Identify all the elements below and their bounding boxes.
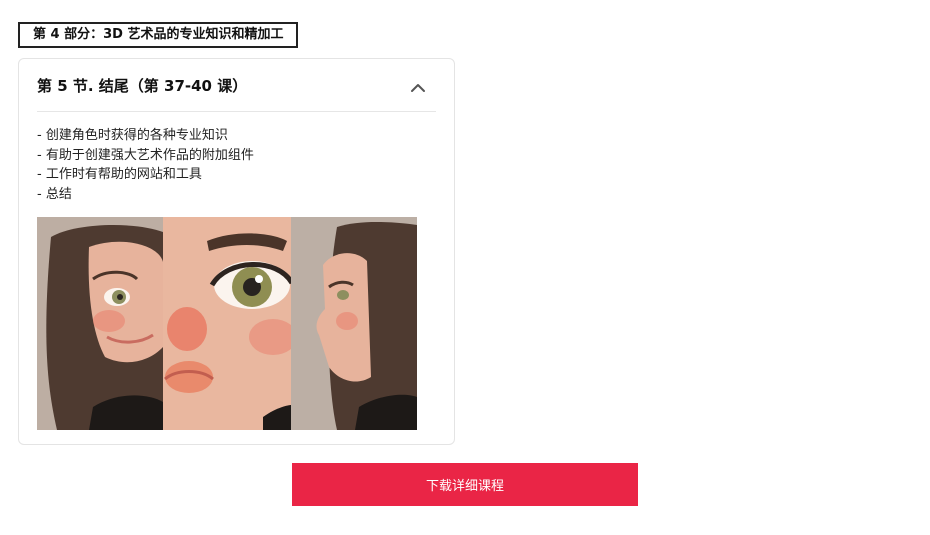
lesson-card: 第 5 节. 结尾（第 37-40 课） - 创建角色时获得的各种专业知识 - … xyxy=(18,58,455,445)
list-item: - 总结 xyxy=(37,186,72,202)
character-artwork-image xyxy=(37,217,417,430)
lesson-header[interactable]: 第 5 节. 结尾（第 37-40 课） xyxy=(37,59,436,112)
list-item: - 创建角色时获得的各种专业知识 xyxy=(37,128,228,143)
chevron-up-icon[interactable] xyxy=(410,79,426,92)
part-label: 第 4 部分：3D 艺术品的专业知识和精加工 xyxy=(18,22,299,48)
lesson-title: 第 5 节. 结尾（第 37-40 课） xyxy=(37,77,248,95)
list-item: - 工作时有帮助的网站和工具 xyxy=(37,167,202,182)
lesson-topics: - 创建角色时获得的各种专业知识 - 有助于创建强大艺术作品的附加组件 - 工作… xyxy=(37,126,254,204)
download-syllabus-button[interactable]: 下载详细课程 xyxy=(292,463,638,506)
list-item: - 有助于创建强大艺术作品的附加组件 xyxy=(37,147,254,163)
